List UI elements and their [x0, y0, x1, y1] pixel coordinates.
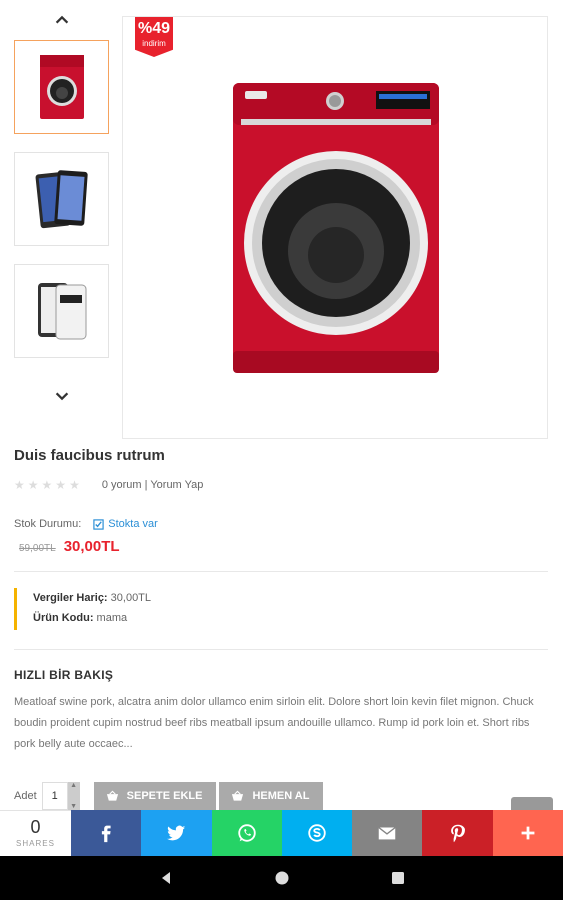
envelope-icon: [378, 826, 396, 840]
tax-row: Vergiler Hariç: 30,00TL: [33, 588, 151, 608]
whatsapp-icon: [237, 824, 256, 842]
star-icon: ★: [55, 478, 67, 492]
smartphone-thumbnail-image: [35, 170, 88, 229]
stock-value: Stokta var: [108, 518, 158, 530]
skype-icon: [308, 824, 326, 842]
pinterest-icon: [450, 824, 465, 843]
star-icon: ★: [27, 478, 39, 492]
system-nav-bar: [0, 856, 563, 900]
price-row: 59,00TL 30,00TL: [19, 538, 120, 555]
stock-label: Stok Durumu:: [14, 518, 82, 530]
stock-row: Stok Durumu: Stokta var: [14, 518, 158, 530]
stepper-down-icon[interactable]: ▼: [70, 803, 77, 810]
reviews-link[interactable]: 0 yorum | Yorum Yap: [102, 479, 204, 491]
rating-stars: ★ ★ ★ ★ ★: [14, 478, 80, 492]
back-icon[interactable]: [158, 870, 174, 886]
tax-label: Vergiler Hariç:: [33, 592, 108, 604]
scroll-to-top-button[interactable]: [511, 797, 553, 811]
divider: [14, 571, 548, 572]
share-more-button[interactable]: [492, 810, 563, 856]
washing-machine-thumbnail-image: [39, 55, 84, 119]
phone-case-thumbnail-image: [37, 283, 86, 340]
code-label: Ürün Kodu:: [33, 612, 94, 624]
sale-badge: %49 indirim: [135, 17, 173, 57]
twitter-icon: [167, 825, 186, 841]
add-to-cart-label: SEPETE EKLE: [126, 790, 203, 802]
washing-machine-image: [233, 83, 439, 373]
share-skype-button[interactable]: [281, 810, 353, 856]
main-product-image[interactable]: %49 indirim: [122, 16, 548, 439]
plus-icon: [521, 826, 535, 840]
share-count-number: 0: [30, 817, 41, 837]
product-title: Duis faucibus rutrum: [14, 447, 165, 464]
quick-view-title: HIZLI BİR BAKIŞ: [14, 668, 114, 682]
old-price: 59,00TL: [19, 543, 56, 554]
share-twitter-button[interactable]: [141, 810, 212, 856]
facebook-icon: [102, 825, 111, 843]
thumbnail-phone-case[interactable]: [14, 264, 109, 358]
thumbnail-phone[interactable]: [14, 152, 109, 246]
code-value: mama: [96, 612, 128, 624]
share-pinterest-button[interactable]: [422, 810, 493, 856]
buy-now-label: HEMEN AL: [252, 790, 310, 802]
thumbnail-washer[interactable]: [14, 40, 109, 134]
share-whatsapp-button[interactable]: [211, 810, 282, 856]
star-icon: ★: [14, 478, 25, 492]
sale-label: indirim: [142, 39, 166, 48]
quantity-stepper[interactable]: ▲ ▼: [67, 782, 80, 810]
sale-percent: %49: [137, 20, 171, 37]
share-count-label: SHARES: [16, 839, 55, 848]
thumbnails-up-button[interactable]: [14, 0, 109, 40]
add-to-cart-button[interactable]: SEPETE EKLE: [93, 782, 217, 810]
star-icon: ★: [69, 478, 80, 492]
home-icon[interactable]: [274, 870, 290, 886]
star-icon: ★: [41, 478, 53, 492]
divider: [14, 649, 548, 650]
product-meta: Vergiler Hariç: 30,00TL Ürün Kodu: mama: [14, 588, 151, 630]
new-price: 30,00TL: [63, 538, 120, 555]
share-email-button[interactable]: [352, 810, 423, 856]
quantity-input[interactable]: 1: [41, 782, 68, 810]
thumbnail-gallery: [14, 0, 109, 416]
chevron-up-icon: [55, 15, 68, 24]
chevron-down-icon: [55, 392, 68, 401]
checkbox-icon: [93, 518, 104, 530]
stepper-up-icon[interactable]: ▲: [70, 782, 77, 789]
stock-status: Stokta var: [93, 518, 158, 530]
tax-value: 30,00TL: [110, 592, 152, 604]
thumbnails-down-button[interactable]: [14, 376, 109, 416]
share-facebook-button[interactable]: [71, 810, 142, 856]
purchase-row: Adet 1 ▲ ▼ SEPETE EKLE HEMEN AL: [14, 782, 326, 810]
qty-label: Adet: [14, 790, 37, 802]
buy-now-button[interactable]: HEMEN AL: [219, 782, 324, 810]
quick-view-text: Meatloaf swine pork, alcatra anim dolor …: [14, 696, 534, 750]
basket-icon: [106, 790, 118, 801]
basket-icon: [232, 790, 244, 801]
share-bar: 0 SHARES: [0, 810, 563, 856]
share-count: 0 SHARES: [0, 810, 71, 856]
recents-icon[interactable]: [390, 870, 406, 886]
rating-row: ★ ★ ★ ★ ★ 0 yorum | Yorum Yap: [14, 478, 203, 492]
code-row: Ürün Kodu: mama: [33, 608, 151, 628]
